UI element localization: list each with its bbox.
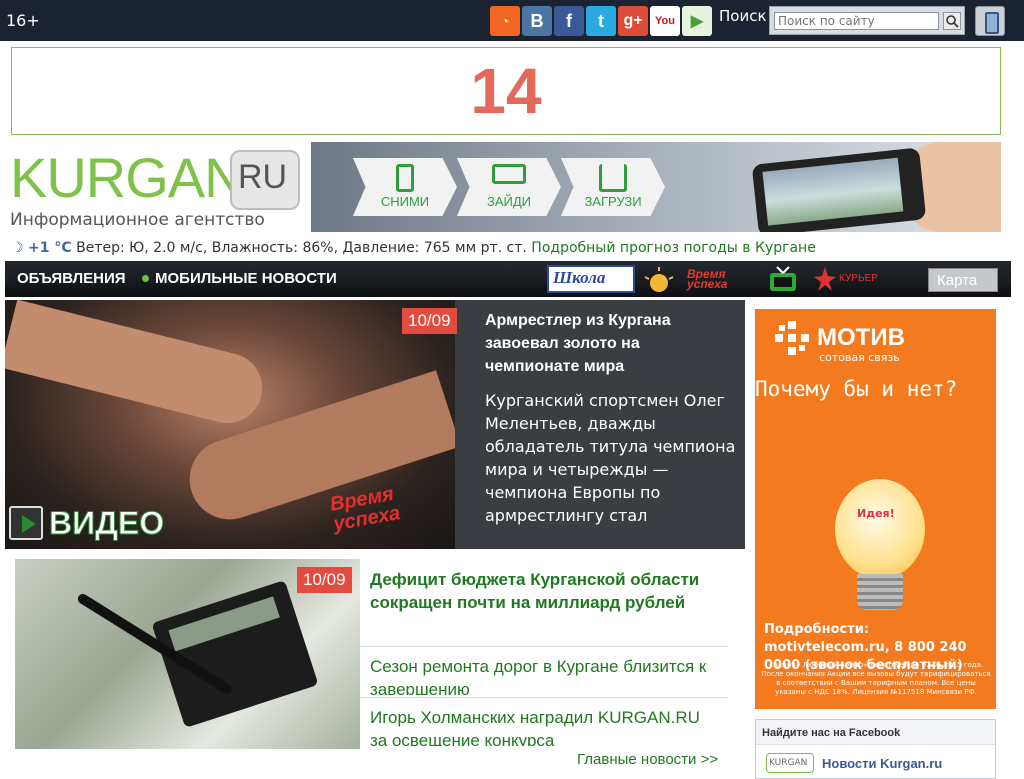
promo-banner[interactable]: СНИМИ ЗАЙДИ ЗАГРУЗИ [311, 142, 1001, 232]
promo-step-upload: ЗАГРУЗИ [561, 158, 665, 216]
weather-details: Ветер: Ю, 2.0 м/с, Влажность: 86%, Давле… [76, 240, 527, 256]
all-news-link[interactable]: Главные новости >> [577, 751, 718, 768]
partner-tv-icon[interactable] [767, 265, 799, 293]
banner-number: 14 [470, 55, 542, 127]
rss-icon[interactable]: ◔ [490, 6, 520, 36]
bulb-text: Идея! [857, 507, 895, 520]
facebook-page-thumb[interactable]: KURGAN [766, 753, 814, 773]
facebook-widget-heading: Найдите нас на Facebook [756, 720, 995, 745]
moon-icon: ☽ [11, 240, 24, 256]
top-banner[interactable]: 14 [11, 47, 1001, 135]
facebook-widget: Найдите нас на Facebook KURGAN Новости K… [755, 719, 996, 779]
ad-brand: МОТИВ [817, 324, 905, 351]
facebook-page-link[interactable]: Новости Kurgan.ru [822, 756, 942, 771]
promo-step-shoot: СНИМИ [353, 158, 457, 216]
play-icon [9, 506, 43, 540]
social-links: ◔ B f t g+ You ▶ [490, 6, 712, 36]
phone-image [751, 147, 927, 232]
search-button[interactable] [943, 12, 961, 30]
facebook-icon[interactable]: f [554, 6, 584, 36]
partner-kurier[interactable]: КУРЬЕР [813, 265, 895, 293]
news-item[interactable]: Игорь Холманских наградил KURGAN.RU за о… [360, 697, 727, 746]
map-button[interactable]: Карта [928, 268, 998, 292]
news-date: 10/09 [297, 567, 352, 593]
ad-question: Почему бы и нет? [755, 377, 958, 401]
motiv-logo-icon [775, 321, 809, 355]
nav-ads[interactable]: ОБЪЯВЛЕНИЯ [17, 270, 126, 287]
motiv-ad[interactable]: МОТИВ сотовая связь Почему бы и нет? Иде… [755, 309, 996, 709]
twitter-icon[interactable]: t [586, 6, 616, 36]
weather-forecast-link[interactable]: Подробный прогноз погоды в Кургане [531, 240, 816, 256]
top-bar: 16+ ◔ B f t g+ You ▶ Поиск [0, 0, 1024, 41]
news-block: 10/09 Дефицит бюджета Курганской области… [15, 559, 727, 749]
search-icon [946, 15, 959, 28]
logo-ru-badge: RU [230, 150, 300, 210]
lightbulb-icon [835, 479, 925, 579]
age-rating: 16+ [6, 11, 40, 30]
news-item[interactable]: Сезон ремонта дорог в Кургане близится к… [360, 646, 727, 695]
logo-subtitle: Информационное агентство [10, 210, 265, 230]
logo-text: KURGAN [10, 146, 245, 209]
ad-fine-print: «Акция - Любимый номер» действует до 01.… [761, 661, 991, 696]
promo-step-enter: ЗАЙДИ [457, 158, 561, 216]
feature-summary: Курганский спортсмен Олег Мелентьев, два… [485, 391, 736, 525]
nav-mobile-news[interactable]: МОБИЛЬНЫЕ НОВОСТИ [155, 270, 337, 287]
nav-separator-dot [142, 275, 149, 282]
mobile-version-button[interactable] [975, 6, 1005, 36]
partner-vremya-uspekha[interactable]: Время успеха [685, 265, 751, 293]
feature-image: ВИДЕО Время успеха [5, 300, 455, 549]
featured-story[interactable]: ВИДЕО Время успеха 10/09 Армрестлер из К… [5, 300, 745, 549]
weather-temp: +1 °C [28, 240, 72, 256]
weather-bar: ☽ +1 °C Ветер: Ю, 2.0 м/с, Влажность: 86… [11, 240, 1011, 260]
vkontakte-icon[interactable]: B [522, 6, 552, 36]
video-label: ВИДЕО [48, 505, 165, 542]
google-plus-icon[interactable]: g+ [618, 6, 648, 36]
google-play-icon[interactable]: ▶ [682, 6, 712, 36]
ad-tagline: сотовая связь [819, 351, 900, 364]
search-label: Поиск [719, 7, 767, 25]
partner-sun-icon[interactable] [641, 265, 677, 293]
feature-title[interactable]: Армрестлер из Кургана завоевал золото на… [485, 309, 735, 378]
search-form [769, 6, 965, 35]
search-input[interactable] [774, 12, 939, 30]
main-nav: ОБЪЯВЛЕНИЯ МОБИЛЬНЫЕ НОВОСТИ Школа Время… [5, 261, 1011, 297]
youtube-icon[interactable]: You [650, 6, 680, 36]
site-logo[interactable]: KURGAN RU Информационное агентство [10, 148, 305, 234]
feature-date: 10/09 [402, 308, 457, 334]
news-main-title[interactable]: Дефицит бюджета Курганской области сокра… [370, 568, 720, 614]
partner-shkola[interactable]: Школа [547, 265, 635, 293]
